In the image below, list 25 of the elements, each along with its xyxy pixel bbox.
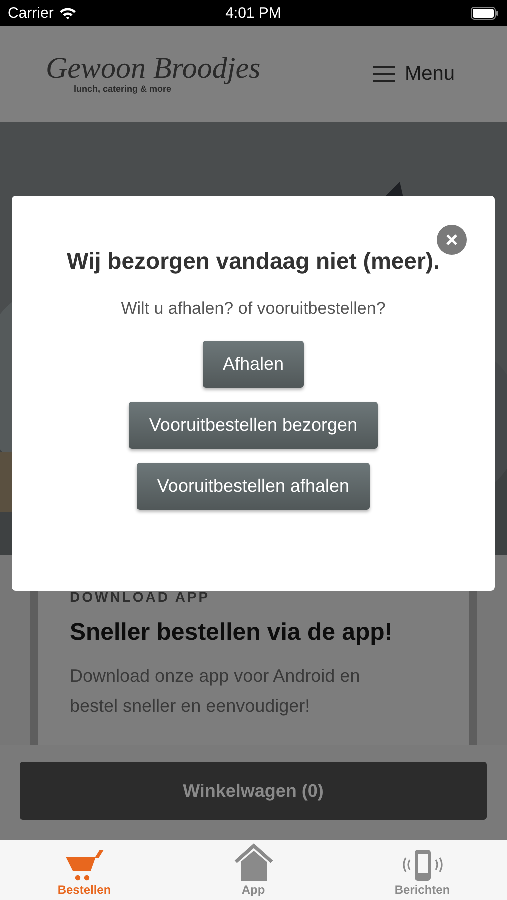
cart-icon — [64, 849, 104, 883]
dialog-message: Wilt u afhalen? of vooruitbestellen? — [121, 299, 386, 319]
logo-text: Gewoon Broodjes — [46, 54, 261, 84]
wifi-icon — [58, 6, 77, 20]
dialog-title: Wij bezorgen vandaag niet (meer). — [66, 247, 441, 276]
cart-button[interactable]: Winkelwagen (0) — [20, 762, 487, 820]
tab-bar-item[interactable]: Bestellen — [0, 840, 169, 900]
card-text: Download onze app voor Android en bestel sneller en eenvoudiger! — [70, 665, 362, 718]
close-button[interactable] — [437, 225, 467, 255]
home-icon — [234, 843, 274, 883]
tab-bar-item[interactable]: App — [169, 840, 338, 900]
menu-button[interactable]: Menu — [372, 62, 455, 86]
menu-icon — [372, 65, 395, 83]
close-icon — [446, 234, 458, 246]
battery-icon — [471, 6, 499, 20]
phone-icon — [402, 849, 444, 883]
tab-bar-item[interactable]: Berichten — [338, 840, 507, 900]
option-button[interactable]: Vooruitbestellen afhalen — [137, 463, 370, 510]
clock: 4:01 PM — [226, 4, 282, 22]
option-button[interactable]: Afhalen — [202, 341, 304, 388]
carrier-label: Carrier — [8, 4, 54, 22]
card-title: Sneller bestellen via de app! — [70, 619, 394, 647]
logo-tagline: lunch, catering & more — [74, 84, 172, 94]
option-button[interactable]: Vooruitbestellen bezorgen — [129, 402, 378, 449]
section-label: DOWNLOAD APP — [70, 589, 212, 605]
